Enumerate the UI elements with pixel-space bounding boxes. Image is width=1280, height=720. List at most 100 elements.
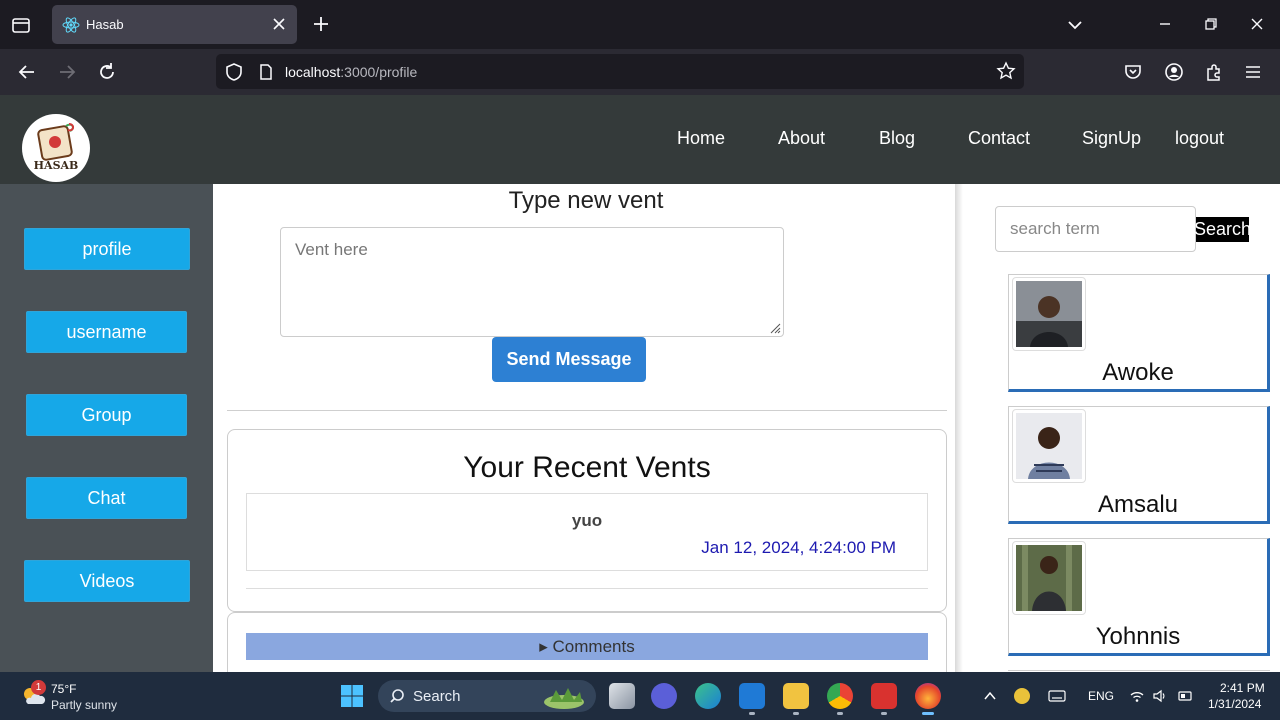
battery-icon[interactable] — [1176, 688, 1194, 704]
divider — [227, 410, 947, 411]
site-header: HASAB Home About Blog Contact SignUp log… — [0, 95, 1280, 184]
reload-icon[interactable] — [96, 61, 118, 83]
sidebar-item-username[interactable]: username — [26, 311, 187, 353]
user-name: Amsalu — [1097, 491, 1179, 518]
url-text: localhost:3000/profile — [285, 64, 418, 80]
new-tab-icon[interactable] — [312, 15, 330, 33]
address-bar[interactable]: localhost:3000/profile — [216, 54, 1024, 89]
vent-item-next — [246, 588, 928, 592]
app-indicator — [881, 712, 887, 715]
user-photo-icon — [1016, 413, 1082, 479]
user-photo-icon — [1016, 281, 1082, 347]
clock-date[interactable]: 1/31/2024 — [1208, 697, 1261, 711]
account-icon[interactable] — [1163, 61, 1185, 83]
wps-office-icon[interactable] — [871, 683, 897, 709]
user-photo-icon — [1016, 545, 1082, 611]
vent-form-heading: Type new vent — [508, 187, 664, 214]
vent-item: yuo Jan 12, 2024, 4:24:00 PM — [246, 493, 928, 571]
send-message-button[interactable]: Send Message — [492, 337, 646, 382]
taskbar-search-label: Search — [413, 688, 461, 705]
avatar — [1012, 541, 1086, 615]
sidebar-item-videos[interactable]: Videos — [24, 560, 190, 602]
shield-icon[interactable] — [224, 62, 244, 82]
recent-vents-card: Your Recent Vents yuo Jan 12, 2024, 4:24… — [227, 429, 947, 612]
browser-tab[interactable]: Hasab — [52, 5, 297, 44]
user-card[interactable]: Yohnnis — [1008, 538, 1270, 656]
back-arrow-icon[interactable] — [16, 61, 38, 83]
search-input[interactable]: search term — [995, 206, 1196, 252]
page-icon[interactable] — [257, 63, 275, 81]
app-indicator — [749, 712, 755, 715]
app-indicator-active — [922, 712, 934, 715]
task-view-icon[interactable] — [609, 683, 635, 709]
vent-timestamp: Jan 12, 2024, 4:24:00 PM — [701, 538, 896, 557]
weather-badge: 1 — [31, 680, 46, 695]
sidebar-item-profile[interactable]: profile — [24, 228, 190, 270]
browser-toolbar: localhost:3000/profile — [0, 49, 1280, 95]
nav-about[interactable]: About — [778, 128, 825, 149]
chevron-up-icon[interactable] — [983, 689, 997, 703]
search-highlight-icon — [544, 688, 584, 709]
taskbar: 1 75°F Partly sunny Search ENG 2:41 PM 1… — [0, 672, 1280, 720]
nav-logout[interactable]: logout — [1175, 128, 1224, 149]
resize-grip-icon[interactable] — [769, 322, 781, 334]
extensions-icon[interactable] — [1203, 61, 1225, 83]
comments-toggle[interactable]: ▸ Comments — [246, 633, 928, 660]
app-indicator — [837, 712, 843, 715]
pocket-icon[interactable] — [1122, 61, 1144, 83]
column-shadow — [955, 184, 963, 672]
right-sidebar: search term Search Awoke Amsalu Yohnnis — [963, 184, 1280, 672]
main-content: Type new vent Vent here Send Message You… — [213, 184, 959, 682]
logo-text: HASAB — [33, 159, 79, 172]
search-button[interactable]: Search — [1194, 217, 1251, 242]
close-window-icon[interactable] — [1247, 14, 1267, 34]
minimize-icon[interactable] — [1155, 14, 1175, 34]
weather-temp: 75°F — [51, 682, 77, 696]
teams-chat-icon[interactable] — [651, 683, 677, 709]
tray-app-icon[interactable] — [1014, 688, 1030, 704]
search-icon — [390, 689, 404, 703]
react-icon — [62, 17, 80, 33]
clock-time[interactable]: 2:41 PM — [1220, 681, 1265, 695]
close-tab-icon[interactable] — [271, 16, 287, 32]
user-card[interactable]: Awoke — [1008, 274, 1270, 392]
menu-icon[interactable] — [1242, 61, 1264, 83]
file-explorer-icon[interactable] — [783, 683, 809, 709]
volume-icon[interactable] — [1152, 688, 1168, 704]
sidebar-item-chat[interactable]: Chat — [26, 477, 187, 519]
wifi-icon[interactable] — [1129, 688, 1145, 704]
vent-placeholder: Vent here — [295, 240, 368, 259]
site-logo[interactable]: HASAB — [22, 114, 90, 182]
vscode-icon[interactable] — [739, 683, 765, 709]
nav-contact[interactable]: Contact — [968, 128, 1030, 149]
taskbar-search[interactable]: Search — [378, 680, 596, 712]
weather-desc: Partly sunny — [51, 698, 118, 712]
nav-blog[interactable]: Blog — [879, 128, 915, 149]
restore-icon[interactable] — [1201, 14, 1221, 34]
chrome-icon[interactable] — [827, 683, 853, 709]
browser-tab-bar: Hasab — [0, 0, 1280, 49]
tab-list-icon[interactable] — [10, 14, 32, 36]
avatar — [1012, 277, 1086, 351]
forward-arrow-icon[interactable] — [56, 61, 78, 83]
nav-home[interactable]: Home — [677, 128, 725, 149]
input-language[interactable]: ENG — [1088, 689, 1114, 703]
firefox-icon[interactable] — [915, 683, 941, 709]
vent-text: yuo — [571, 511, 603, 530]
recent-vents-title: Your Recent Vents — [463, 451, 711, 484]
edge-icon[interactable] — [695, 683, 721, 709]
app-indicator — [793, 712, 799, 715]
user-card[interactable]: Amsalu — [1008, 406, 1270, 524]
left-sidebar: profile username Group Chat Videos — [0, 184, 213, 672]
user-name: Yohnnis — [1095, 623, 1181, 650]
avatar — [1012, 409, 1086, 483]
chevron-down-icon[interactable] — [1066, 16, 1084, 34]
user-name: Awoke — [1102, 359, 1174, 386]
keyboard-icon[interactable] — [1048, 688, 1066, 704]
vent-textarea[interactable]: Vent here — [280, 227, 784, 337]
windows-start-icon[interactable] — [340, 684, 364, 708]
tab-title: Hasab — [86, 17, 124, 32]
sidebar-item-group[interactable]: Group — [26, 394, 187, 436]
nav-signup[interactable]: SignUp — [1082, 128, 1141, 149]
bookmark-star-icon[interactable] — [996, 61, 1016, 81]
